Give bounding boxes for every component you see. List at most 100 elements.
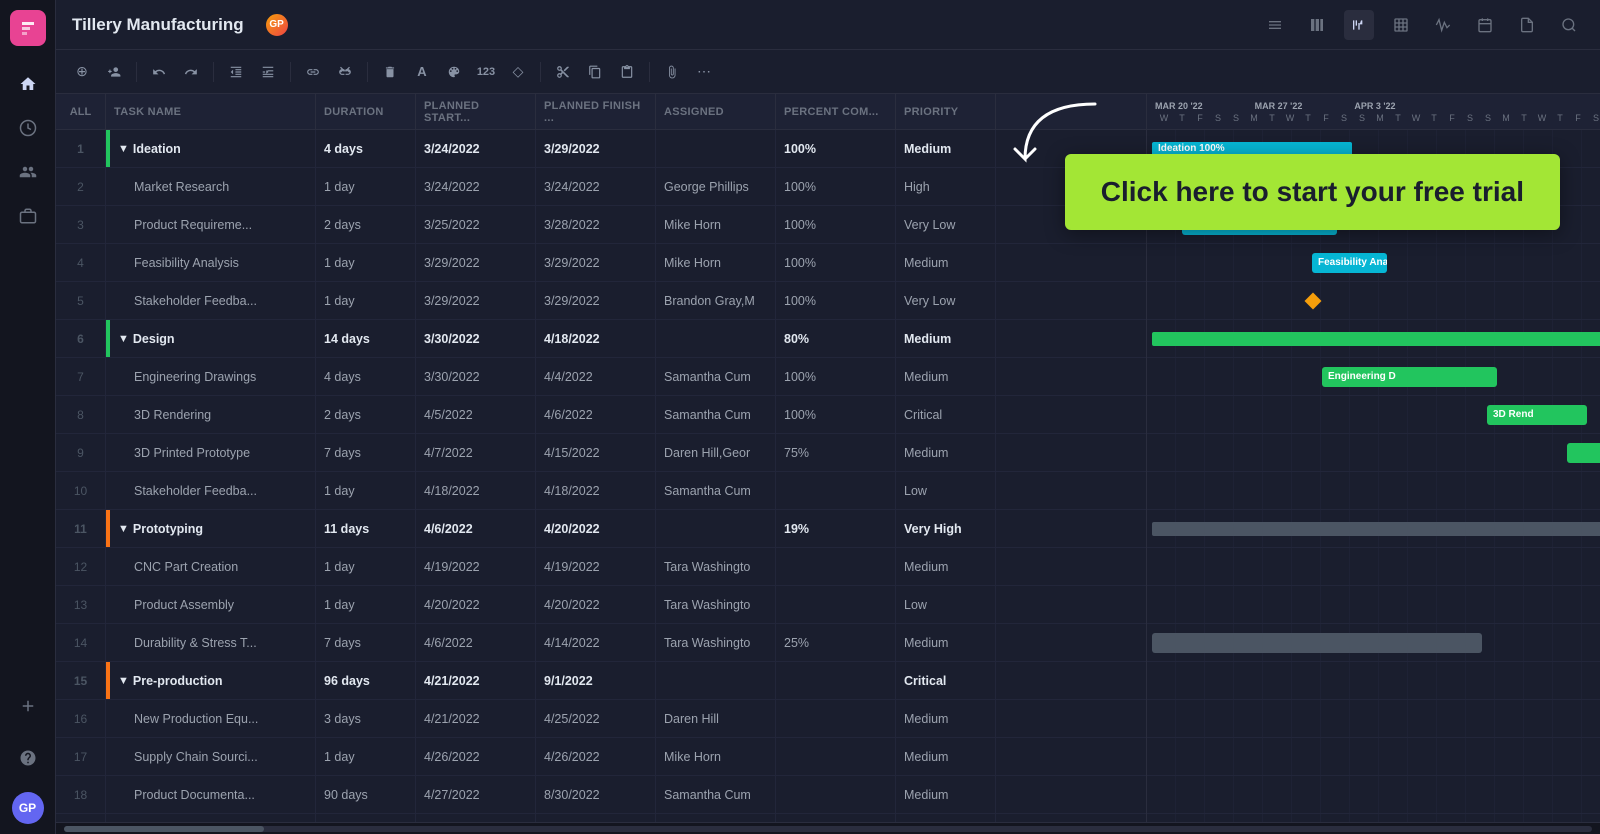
task-name-cell[interactable]: Market Research [106,168,316,205]
add-task-btn[interactable]: ⊕ [68,58,96,86]
table-row[interactable]: 18 Product Documenta... 90 days 4/27/202… [56,776,1146,814]
gantt-bar[interactable]: Feasibility Analysis 100% Mike H [1312,253,1387,273]
task-name-cell[interactable]: Durability & Stress T... [106,624,316,661]
task-name-cell[interactable]: ▼ Prototyping [106,510,316,547]
task-name-cell[interactable]: Product Documenta... [106,776,316,813]
duration-cell: 1 day [316,738,416,775]
table-row[interactable]: 16 New Production Equ... 3 days 4/21/202… [56,700,1146,738]
paste-btn[interactable] [613,58,641,86]
col-assigned[interactable]: ASSIGNED [656,94,776,129]
text-format-btn[interactable]: A [408,58,436,86]
cta-text[interactable]: Click here to start your free trial [1065,154,1560,230]
color-btn[interactable] [440,58,468,86]
row-number: 16 [56,700,106,737]
task-name-cell[interactable]: Stakeholder Feedba... [106,472,316,509]
undo-btn[interactable] [145,58,173,86]
task-name-cell[interactable]: CNC Part Creation [106,548,316,585]
indent-btn[interactable] [254,58,282,86]
table-row[interactable]: 2 Market Research 1 day 3/24/2022 3/24/2… [56,168,1146,206]
task-name-cell[interactable]: 3D Printed Prototype [106,434,316,471]
table-row[interactable]: 11 ▼ Prototyping 11 days 4/6/2022 4/20/2… [56,510,1146,548]
table-row[interactable]: 3 Product Requireme... 2 days 3/25/2022 … [56,206,1146,244]
waveform-icon[interactable] [1428,10,1458,40]
day-F2: F [1317,113,1335,123]
sidebar-home[interactable] [10,66,46,102]
task-name-cell[interactable]: 3D Rendering [106,396,316,433]
task-name-cell[interactable]: Product Requireme... [106,206,316,243]
table-view-icon[interactable] [1386,10,1416,40]
table-row[interactable]: 1 ▼ Ideation 4 days 3/24/2022 3/29/2022 … [56,130,1146,168]
finish-cell: 4/20/2022 [536,586,656,623]
col-all[interactable]: ALL [56,94,106,129]
table-row[interactable]: 12 CNC Part Creation 1 day 4/19/2022 4/1… [56,548,1146,586]
user-avatar[interactable]: GP [12,792,44,824]
table-row[interactable]: 10 Stakeholder Feedba... 1 day 4/18/2022… [56,472,1146,510]
scroll-thumb[interactable] [64,826,264,832]
table-row[interactable]: 13 Product Assembly 1 day 4/20/2022 4/20… [56,586,1146,624]
finish-cell: 4/25/2022 [536,700,656,737]
task-name-cell[interactable]: ▼ Pre-production [106,662,316,699]
document-view-icon[interactable] [1512,10,1542,40]
table-row[interactable]: 6 ▼ Design 14 days 3/30/2022 4/18/2022 8… [56,320,1146,358]
gantt-date-mar27: MAR 27 '22 [1255,101,1303,111]
number-btn[interactable]: 123 [472,58,500,86]
task-name-cell[interactable]: ▼ Ideation [106,130,316,167]
col-finish[interactable]: PLANNED FINISH ... [536,94,656,129]
outdent-btn[interactable] [222,58,250,86]
gantt-bar[interactable] [1152,332,1600,346]
table-row[interactable]: 4 Feasibility Analysis 1 day 3/29/2022 3… [56,244,1146,282]
col-start[interactable]: PLANNED START... [416,94,536,129]
list-view-icon[interactable] [1260,10,1290,40]
start-cell: 4/26/2022 [416,738,536,775]
percent-cell: 100% [776,282,896,319]
gantt-bar[interactable] [1152,522,1600,536]
cta-overlay[interactable]: Click here to start your free trial [1065,154,1560,230]
delete-btn[interactable] [376,58,404,86]
unlink-btn[interactable] [331,58,359,86]
table-row[interactable]: 8 3D Rendering 2 days 4/5/2022 4/6/2022 … [56,396,1146,434]
col-task-name[interactable]: TASK NAME [106,94,316,129]
table-row[interactable]: 5 Stakeholder Feedba... 1 day 3/29/2022 … [56,282,1146,320]
link-btn[interactable] [299,58,327,86]
sidebar-people[interactable] [10,154,46,190]
app-logo[interactable] [10,10,46,46]
gantt-bar[interactable] [1152,633,1482,653]
calendar-view-icon[interactable] [1470,10,1500,40]
task-name-cell[interactable]: Stakeholder Feedba... [106,282,316,319]
col-priority[interactable]: PRIORITY [896,94,996,129]
diamond-btn[interactable]: ◇ [504,58,532,86]
scroll-track[interactable] [64,826,1592,832]
copy-btn[interactable] [581,58,609,86]
task-name-cell[interactable]: Engineering Drawings [106,358,316,395]
task-name-cell[interactable]: Supply Chain Sourci... [106,738,316,775]
cut-btn[interactable] [549,58,577,86]
col-duration[interactable]: DURATION [316,94,416,129]
table-row[interactable]: 7 Engineering Drawings 4 days 3/30/2022 … [56,358,1146,396]
search-icon[interactable] [1554,10,1584,40]
more-btn[interactable]: ⋯ [690,58,718,86]
task-name-cell[interactable]: ▼ Design [106,320,316,357]
table-row[interactable]: 15 ▼ Pre-production 96 days 4/21/2022 9/… [56,662,1146,700]
sidebar-clock[interactable] [10,110,46,146]
gantt-bar[interactable]: 3D Rend [1487,405,1587,425]
table-row[interactable]: 17 Supply Chain Sourci... 1 day 4/26/202… [56,738,1146,776]
add-person-btn[interactable] [100,58,128,86]
attach-btn[interactable] [658,58,686,86]
table-row[interactable]: 9 3D Printed Prototype 7 days 4/7/2022 4… [56,434,1146,472]
gantt-bar[interactable] [1567,443,1600,463]
table-row[interactable]: 14 Durability & Stress T... 7 days 4/6/2… [56,624,1146,662]
task-name-cell[interactable]: Translation Services [106,814,316,822]
redo-btn[interactable] [177,58,205,86]
column-view-icon[interactable] [1302,10,1332,40]
table-row[interactable]: 19 Translation Services 1 day 8/31/2022 … [56,814,1146,822]
gantt-view-icon[interactable] [1344,10,1374,40]
task-name-cell[interactable]: Product Assembly [106,586,316,623]
gantt-bar[interactable]: Engineering D [1322,367,1497,387]
sidebar-add[interactable] [10,688,46,724]
scrollbar[interactable] [56,822,1600,834]
sidebar-help[interactable] [10,740,46,776]
sidebar-briefcase[interactable] [10,198,46,234]
task-name-cell[interactable]: New Production Equ... [106,700,316,737]
col-percent[interactable]: PERCENT COM... [776,94,896,129]
task-name-cell[interactable]: Feasibility Analysis [106,244,316,281]
